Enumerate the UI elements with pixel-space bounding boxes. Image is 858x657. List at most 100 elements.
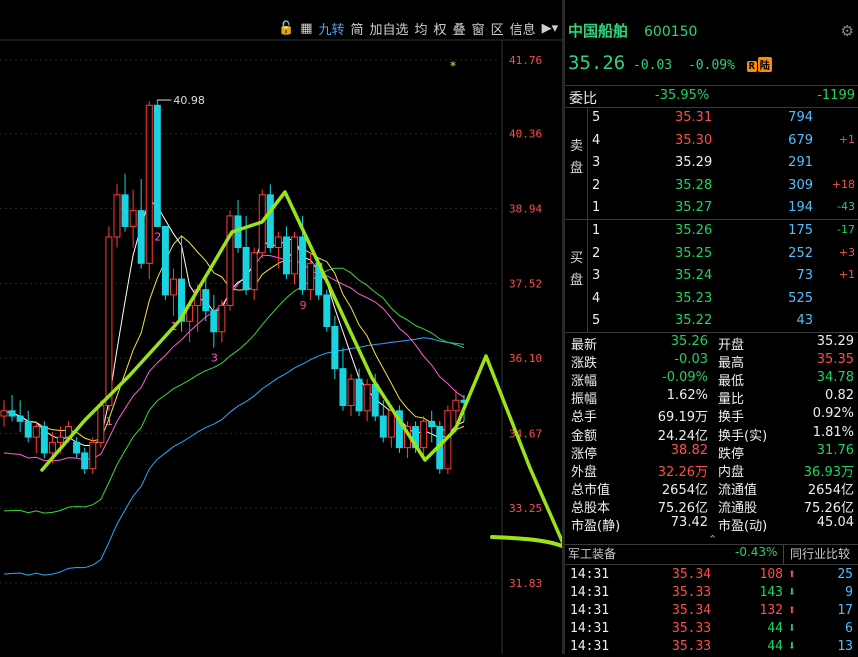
last-price: 35.26	[568, 52, 626, 74]
tick-price: 35.33	[672, 639, 712, 654]
ask-level: 1	[592, 200, 601, 215]
tick-count: 17	[837, 603, 853, 618]
tick-row: 14:31 35.33 143 ⬇ 9	[565, 585, 858, 603]
stat-label-2: 最高	[718, 356, 745, 372]
toolbar-window[interactable]: 窗	[472, 19, 485, 38]
candle-body	[452, 399, 460, 412]
stat-value-2: 0.92%	[812, 406, 854, 422]
tick-row: 14:31 35.33 44 ⬇ 13	[565, 639, 858, 657]
gear-icon[interactable]: ⚙	[841, 22, 854, 40]
stat-value: 1.62%	[666, 388, 708, 404]
ask-price: 35.28	[675, 177, 713, 193]
bid-level: 5	[592, 313, 601, 328]
stat-value: 73.42	[670, 515, 708, 530]
bid-row: 5 35.22 43	[565, 313, 858, 331]
tick-row: 14:31 35.34 132 ⬆ 17	[565, 603, 858, 621]
ask-change: -43	[837, 200, 855, 213]
tick-time: 14:31	[570, 603, 610, 618]
candle-body	[323, 294, 331, 328]
candle-body	[121, 194, 129, 227]
stat-row: 最新 35.26 开盘 35.29	[565, 334, 858, 353]
candle-body	[8, 410, 16, 417]
bid-change: -17	[837, 223, 855, 236]
candle-body	[0, 410, 8, 417]
tick-count: 13	[837, 639, 853, 654]
ask-price: 35.29	[675, 155, 713, 170]
toolbar-info[interactable]: 信息	[510, 19, 536, 38]
stat-label-2: 内盘	[718, 464, 745, 480]
stat-value: 69.19万	[657, 410, 708, 426]
bid-volume: 73	[796, 268, 813, 283]
tick-volume: 108	[759, 567, 783, 582]
stat-label-2: 开盘	[718, 338, 745, 353]
candle-body	[24, 420, 32, 438]
toolbar-simple[interactable]: 简	[351, 19, 364, 38]
candle-body	[339, 368, 347, 407]
stat-label-2: 跌停	[718, 446, 745, 462]
ask-change: +1	[838, 132, 855, 146]
sector-name[interactable]: 军工装备	[568, 545, 616, 562]
ask-volume: 291	[788, 155, 813, 170]
bid-level: 1	[592, 223, 601, 238]
panel-toggle-icon[interactable]: ▶▾	[542, 21, 559, 36]
ask-price: 35.31	[675, 110, 713, 125]
chart-toolbar: 🔓 ▦ 九转 简 加自选 均 权 叠 窗 区 信息 ▶▾	[278, 17, 566, 39]
candle-body	[242, 247, 250, 291]
star-icon: *	[450, 59, 456, 73]
tick-count: 25	[837, 567, 853, 582]
draw-icon[interactable]: ▦	[300, 21, 312, 36]
r-badge-icon[interactable]: R	[746, 61, 757, 72]
order-ratio-label: 委比	[569, 91, 597, 107]
lock-icon[interactable]: 🔓	[278, 21, 294, 36]
tick-volume: 44	[767, 639, 783, 654]
kline-chart[interactable]: 41.7640.3638.9437.5236.1034.6733.2531.83…	[0, 0, 566, 654]
stat-label: 涨幅	[571, 374, 598, 390]
stat-value-2: 35.35	[816, 352, 854, 368]
y-tick-label: 33.25	[509, 502, 542, 515]
stat-label-2: 流通股	[718, 500, 758, 516]
candle-body	[210, 310, 218, 333]
tick-row: 14:31 35.34 108 ⬆ 25	[565, 567, 858, 585]
stat-label: 外盘	[571, 464, 598, 480]
bid-level: 4	[592, 290, 601, 306]
bid-volume: 525	[788, 290, 813, 306]
toolbar-jiuzhuan[interactable]: 九转	[318, 19, 344, 38]
stat-label: 涨停	[571, 446, 598, 462]
candle-body	[347, 378, 355, 407]
tick-price: 35.33	[672, 621, 712, 636]
candle-body	[299, 236, 307, 291]
stat-label: 振幅	[571, 392, 598, 408]
toolbar-range[interactable]: 区	[491, 19, 504, 38]
tick-price: 35.34	[672, 603, 712, 618]
bid-row: 3 35.24 73 +1	[565, 268, 858, 286]
ask-level: 5	[592, 110, 601, 125]
chart-background	[0, 0, 566, 654]
candle-body	[89, 441, 97, 470]
candle-body	[145, 104, 153, 264]
ask-volume: 309	[788, 177, 813, 193]
arrow-down-icon: ⬇	[788, 639, 796, 654]
compare-button[interactable]: 同行业比较	[783, 545, 858, 564]
price-change: -0.03 -0.09% R陆	[633, 57, 772, 73]
toolbar-overlay[interactable]: 叠	[453, 19, 466, 38]
candle-body	[161, 225, 169, 296]
collapse-icon[interactable]: ⌃	[708, 533, 717, 546]
toolbar-average[interactable]: 均	[415, 19, 428, 38]
sector-pct: -0.43%	[735, 545, 778, 559]
bid-level: 2	[592, 245, 601, 261]
candle-body	[105, 236, 113, 407]
candle-body	[218, 304, 226, 333]
stock-name[interactable]: 中国船舶	[568, 22, 628, 40]
arrow-up-icon: ⬆	[788, 603, 796, 618]
y-tick-label: 31.83	[509, 577, 542, 590]
candle-body	[331, 326, 339, 370]
stat-value-2: 35.29	[816, 334, 854, 349]
sequence-label: 9	[300, 299, 307, 312]
toolbar-rights[interactable]: 权	[434, 19, 447, 38]
arrow-down-icon: ⬇	[788, 585, 796, 600]
stock-header: 中国船舶 600150	[568, 20, 697, 41]
stat-label: 总市值	[571, 482, 611, 498]
lugu-badge-icon[interactable]: 陆	[757, 57, 772, 72]
toolbar-add-watchlist[interactable]: 加自选	[370, 19, 409, 38]
stat-value-2: 75.26亿	[803, 500, 854, 516]
